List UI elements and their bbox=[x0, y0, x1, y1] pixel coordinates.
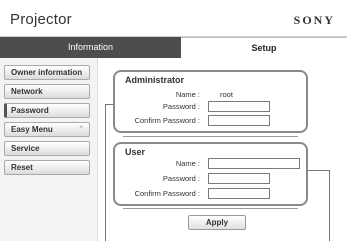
chevron-up-icon: ⌃ bbox=[78, 126, 84, 133]
divider bbox=[123, 136, 298, 137]
sidebar-item-reset[interactable]: Reset bbox=[4, 160, 90, 175]
connector-line-left-tick bbox=[105, 104, 113, 105]
header: Projector SONY bbox=[0, 0, 347, 37]
user-password-field[interactable] bbox=[208, 173, 270, 184]
sidebar-item-label: Reset bbox=[11, 163, 33, 172]
user-name-field[interactable] bbox=[208, 158, 300, 169]
admin-name-row: Name : root bbox=[115, 89, 306, 101]
user-name-label: Name : bbox=[175, 159, 200, 168]
sidebar-item-label: Password bbox=[11, 106, 49, 115]
admin-confirm-password-label: Confirm Password : bbox=[134, 116, 200, 125]
user-password-label: Password : bbox=[162, 174, 200, 183]
user-name-row: Name : bbox=[115, 158, 306, 170]
user-group: User Name : Password : Confirm Password … bbox=[113, 142, 308, 206]
tab-bar: Information Setup bbox=[0, 37, 347, 58]
admin-confirm-password-row: Confirm Password : bbox=[115, 115, 306, 127]
sidebar-item-easy-menu[interactable]: Easy Menu ⌃ bbox=[4, 122, 90, 137]
tab-setup[interactable]: Setup bbox=[181, 37, 347, 58]
sidebar-item-password[interactable]: Password bbox=[4, 103, 90, 118]
tab-information[interactable]: Information bbox=[0, 37, 181, 58]
admin-name-label: Name : bbox=[175, 90, 200, 99]
user-password-row: Password : bbox=[115, 173, 306, 185]
admin-name-value: root bbox=[220, 90, 233, 99]
admin-password-field[interactable] bbox=[208, 101, 270, 112]
sidebar-item-label: Network bbox=[11, 87, 43, 96]
sidebar-item-service[interactable]: Service bbox=[4, 141, 90, 156]
admin-password-label: Password : bbox=[162, 102, 200, 111]
divider bbox=[123, 208, 298, 209]
administrator-title: Administrator bbox=[125, 75, 185, 85]
sidebar-item-network[interactable]: Network bbox=[4, 84, 90, 99]
administrator-group: Administrator Name : root Password : Con… bbox=[113, 70, 308, 133]
admin-confirm-password-field[interactable] bbox=[208, 115, 270, 126]
user-confirm-password-label: Confirm Password : bbox=[134, 189, 200, 198]
connector-line-right-tick bbox=[307, 170, 330, 171]
sidebar-item-label: Easy Menu bbox=[11, 125, 53, 134]
user-confirm-password-field[interactable] bbox=[208, 188, 270, 199]
sidebar-item-owner-information[interactable]: Owner information bbox=[4, 65, 90, 80]
brand-logo: SONY bbox=[293, 13, 335, 27]
user-title: User bbox=[125, 147, 146, 157]
password-settings-panel: Administrator Name : root Password : Con… bbox=[99, 58, 347, 241]
app-title: Projector bbox=[10, 11, 72, 28]
connector-line-left bbox=[105, 104, 106, 241]
sidebar-item-label: Owner information bbox=[11, 68, 83, 77]
sidebar-item-label: Service bbox=[11, 144, 40, 153]
sidebar: Owner information Network Password Easy … bbox=[0, 58, 98, 241]
admin-password-row: Password : bbox=[115, 101, 306, 113]
apply-button[interactable]: Apply bbox=[188, 215, 246, 230]
connector-line-right bbox=[329, 170, 330, 241]
user-confirm-password-row: Confirm Password : bbox=[115, 188, 306, 200]
